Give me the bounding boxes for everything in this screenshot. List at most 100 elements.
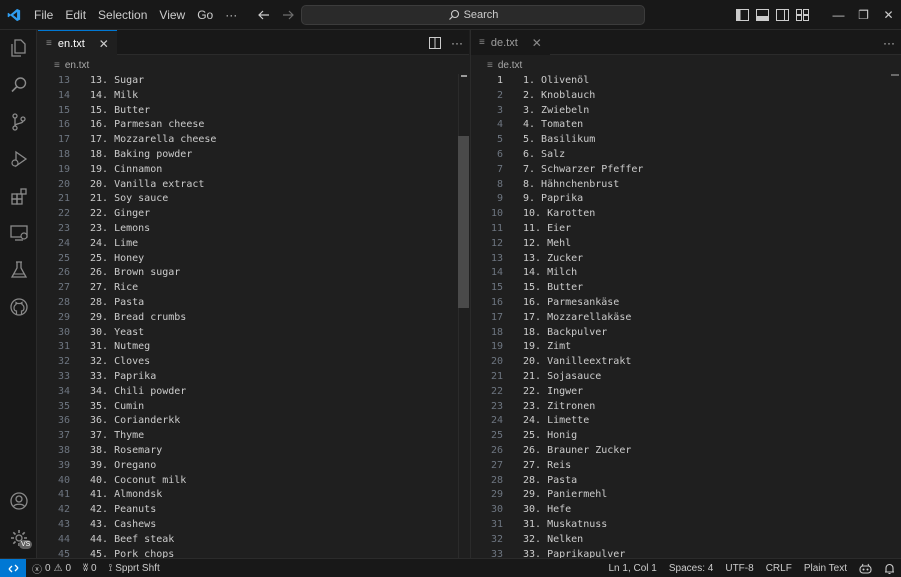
code-line[interactable]: 17 17. Mozzarella cheese: [38, 133, 469, 148]
code-line[interactable]: 23 23. Zitronen: [471, 400, 901, 415]
code-line[interactable]: 38 38. Rosemary: [38, 444, 469, 459]
code-line[interactable]: 41 41. Almondsk: [38, 488, 469, 503]
code-line[interactable]: 18 18. Backpulver: [471, 326, 901, 341]
code-line[interactable]: 35 35. Cumin: [38, 400, 469, 415]
code-line[interactable]: 19 19. Zimt: [471, 340, 901, 355]
code-line[interactable]: 27 27. Rice: [38, 281, 469, 296]
code-line[interactable]: 20 20. Vanilleextrakt: [471, 355, 901, 370]
end-of-line[interactable]: CRLF: [760, 563, 798, 574]
minimize-button[interactable]: —: [826, 0, 851, 30]
extensions-icon[interactable]: [0, 178, 37, 214]
code-line[interactable]: 28 28. Pasta: [38, 296, 469, 311]
code-line[interactable]: 29 29. Paniermehl: [471, 488, 901, 503]
menu-more-button[interactable]: ···: [219, 0, 243, 30]
code-line[interactable]: 12 12. Mehl: [471, 237, 901, 252]
code-line[interactable]: 1 1. Olivenöl: [471, 74, 901, 89]
remote-indicator[interactable]: [0, 558, 26, 577]
code-line[interactable]: 16 16. Parmesankäse: [471, 296, 901, 311]
code-line[interactable]: 24 24. Lime: [38, 237, 469, 252]
code-line[interactable]: 4 4. Tomaten: [471, 118, 901, 133]
code-line[interactable]: 33 33. Paprika: [38, 370, 469, 385]
code-line[interactable]: 32 32. Cloves: [38, 355, 469, 370]
code-line[interactable]: 37 37. Thyme: [38, 429, 469, 444]
menu-file[interactable]: File: [28, 0, 59, 30]
code-line[interactable]: 6 6. Salz: [471, 148, 901, 163]
cursor-position[interactable]: Ln 1, Col 1: [602, 563, 662, 574]
explorer-icon[interactable]: [0, 30, 37, 66]
code-line[interactable]: 36 36. Corianderkk: [38, 414, 469, 429]
code-line[interactable]: 20 20. Vanilla extract: [38, 178, 469, 193]
code-line[interactable]: 19 19. Cinnamon: [38, 163, 469, 178]
code-line[interactable]: 39 39. Oregano: [38, 459, 469, 474]
more-actions-icon[interactable]: ···: [883, 36, 895, 50]
code-line[interactable]: 25 25. Honey: [38, 252, 469, 267]
manage-gear-icon[interactable]: [0, 520, 37, 556]
code-line[interactable]: 29 29. Bread crumbs: [38, 311, 469, 326]
code-line[interactable]: 26 26. Brauner Zucker: [471, 444, 901, 459]
copilot-icon[interactable]: [853, 563, 878, 575]
language-mode[interactable]: Plain Text: [798, 563, 853, 574]
encoding[interactable]: UTF-8: [719, 563, 759, 574]
code-line[interactable]: 8 8. Hähnchenbrust: [471, 178, 901, 193]
menu-view[interactable]: View: [153, 0, 191, 30]
run-debug-icon[interactable]: [0, 141, 37, 177]
code-line[interactable]: 2 2. Knoblauch: [471, 89, 901, 104]
menu-edit[interactable]: Edit: [59, 0, 92, 30]
close-window-button[interactable]: ✕: [876, 0, 901, 30]
scrollbar-thumb[interactable]: [458, 136, 469, 308]
code-line[interactable]: 25 25. Honig: [471, 429, 901, 444]
code-line[interactable]: 33 33. Paprikapulver: [471, 548, 901, 558]
code-line[interactable]: 40 40. Coconut milk: [38, 474, 469, 489]
breadcrumb-file[interactable]: en.txt: [65, 60, 89, 71]
code-line[interactable]: 3 3. Zwiebeln: [471, 104, 901, 119]
code-line[interactable]: 17 17. Mozzarellakäse: [471, 311, 901, 326]
command-center-search[interactable]: Search: [301, 5, 645, 25]
code-line[interactable]: 14 14. Milk: [38, 89, 469, 104]
code-line[interactable]: 21 21. Sojasauce: [471, 370, 901, 385]
code-line[interactable]: 32 32. Nelken: [471, 533, 901, 548]
accounts-icon[interactable]: [0, 483, 37, 519]
problems-indicator[interactable]: ⓧ 0 ⚠ 0: [26, 561, 77, 576]
code-line[interactable]: 45 45. Pork chops: [38, 548, 469, 558]
toggle-secondary-sidebar-icon[interactable]: [772, 0, 792, 30]
code-line[interactable]: 7 7. Schwarzer Pfeffer: [471, 163, 901, 178]
code-line[interactable]: 42 42. Peanuts: [38, 503, 469, 518]
code-line[interactable]: 43 43. Cashews: [38, 518, 469, 533]
code-line[interactable]: 31 31. Muskatnuss: [471, 518, 901, 533]
tab-en-txt[interactable]: ≡ en.txt ✕: [38, 30, 117, 56]
tab-de-txt[interactable]: ≡ de.txt ✕: [471, 30, 550, 55]
testing-flask-icon[interactable]: [0, 252, 37, 288]
ports-indicator[interactable]: ʬ 0: [77, 563, 102, 574]
code-line[interactable]: 30 30. Yeast: [38, 326, 469, 341]
code-line[interactable]: 11 11. Eier: [471, 222, 901, 237]
split-editor-icon[interactable]: [429, 36, 441, 49]
close-tab-icon[interactable]: ✕: [99, 37, 109, 51]
code-line[interactable]: 34 34. Chili powder: [38, 385, 469, 400]
code-line[interactable]: 10 10. Karotten: [471, 207, 901, 222]
code-line[interactable]: 18 18. Baking powder: [38, 148, 469, 163]
toggle-primary-sidebar-icon[interactable]: [732, 0, 752, 30]
breadcrumb-file[interactable]: de.txt: [498, 60, 522, 71]
code-line[interactable]: 5 5. Basilikum: [471, 133, 901, 148]
code-line[interactable]: 21 21. Soy sauce: [38, 192, 469, 207]
customize-layout-icon[interactable]: [792, 0, 812, 30]
code-line[interactable]: 9 9. Paprika: [471, 192, 901, 207]
search-view-icon[interactable]: [0, 67, 37, 103]
close-tab-icon[interactable]: ✕: [532, 36, 542, 50]
more-actions-icon[interactable]: ···: [451, 36, 463, 50]
remote-explorer-icon[interactable]: [0, 215, 37, 251]
code-line[interactable]: 30 30. Hefe: [471, 503, 901, 518]
menu-go[interactable]: Go: [191, 0, 219, 30]
code-line[interactable]: 22 22. Ingwer: [471, 385, 901, 400]
code-line[interactable]: 23 23. Lemons: [38, 222, 469, 237]
code-line[interactable]: 44 44. Beef steak: [38, 533, 469, 548]
code-line[interactable]: 28 28. Pasta: [471, 474, 901, 489]
code-line[interactable]: 22 22. Ginger: [38, 207, 469, 222]
code-line[interactable]: 24 24. Limette: [471, 414, 901, 429]
code-line[interactable]: 31 31. Nutmeg: [38, 340, 469, 355]
forward-arrow-icon[interactable]: [280, 7, 296, 23]
restore-button[interactable]: ❐: [851, 0, 876, 30]
github-icon[interactable]: [0, 289, 37, 325]
code-line[interactable]: 13 13. Sugar: [38, 74, 469, 89]
toggle-panel-icon[interactable]: [752, 0, 772, 30]
